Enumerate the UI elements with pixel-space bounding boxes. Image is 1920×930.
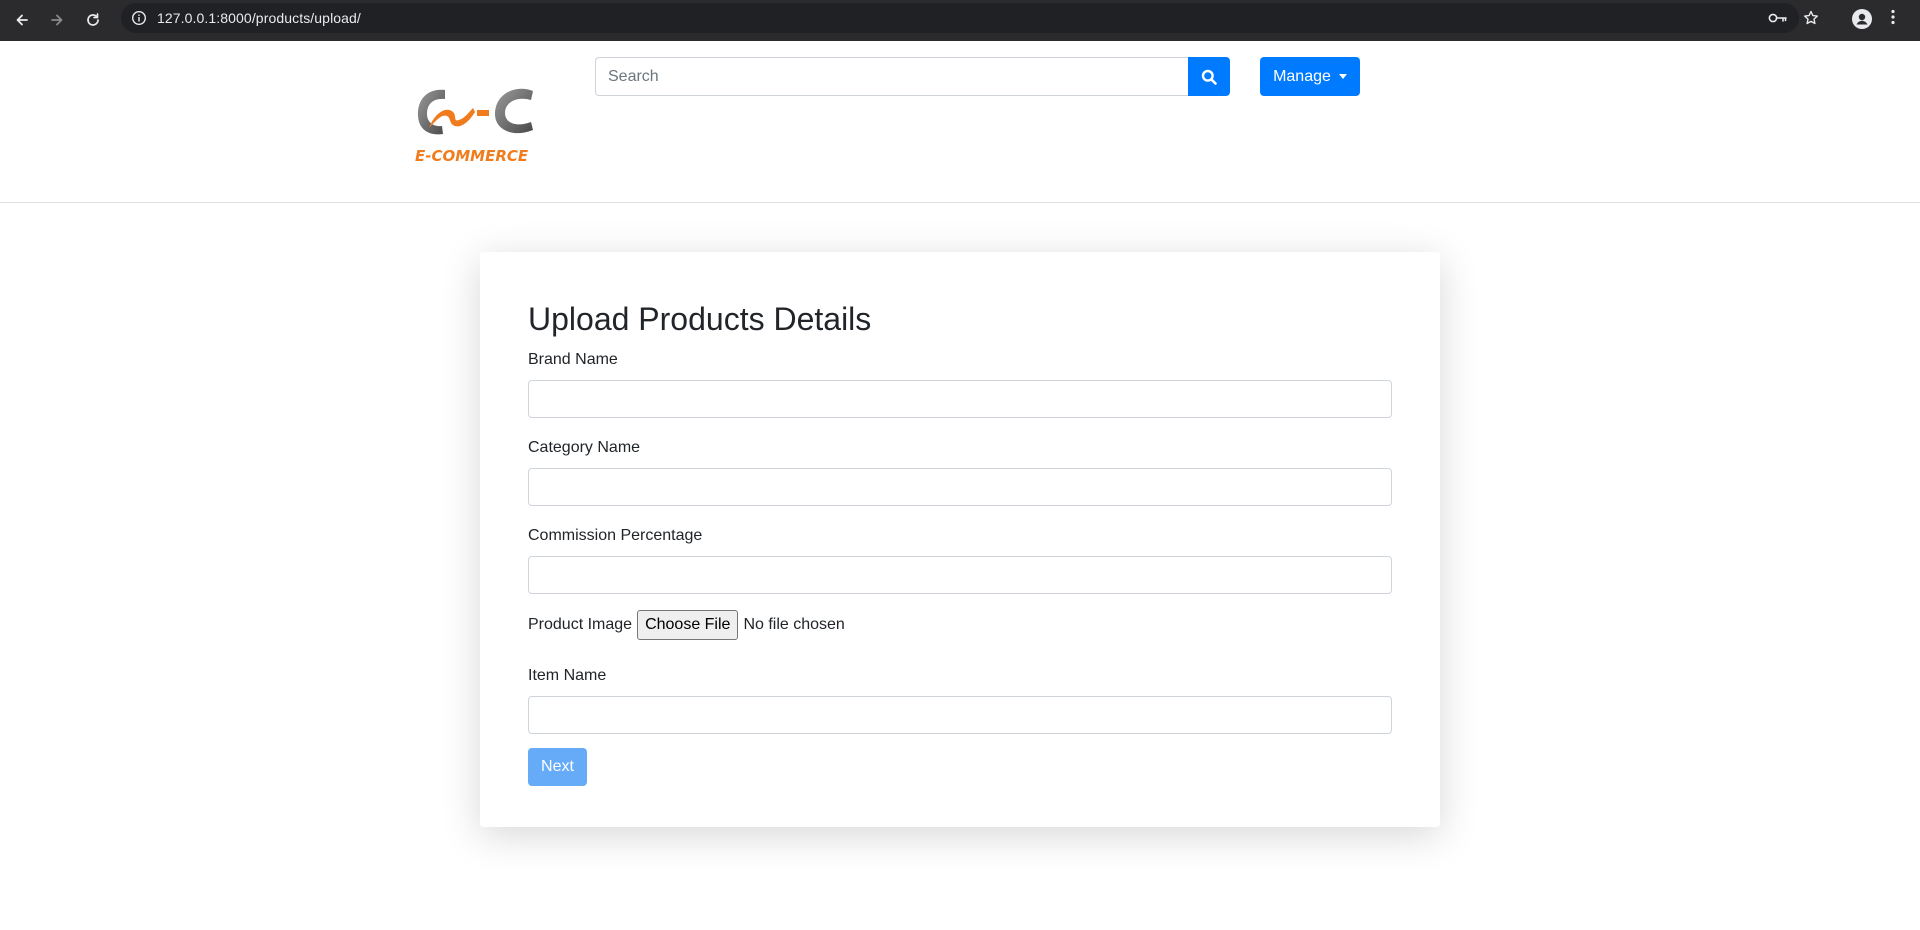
ecommerce-logo-icon: E-COMMERCE [415,88,533,165]
caret-down-icon [1338,74,1347,79]
search-button[interactable] [1188,57,1230,96]
more-vert-icon[interactable] [1890,9,1896,25]
category-name-label: Category Name [528,439,641,456]
arrow-right-icon [51,14,63,26]
site-header: E-COMMERCE Manage [0,41,1920,203]
manage-dropdown-button[interactable]: Manage [1260,57,1360,96]
commission-percentage-input[interactable] [528,556,1392,594]
back-button[interactable] [9,7,35,33]
profile-icon[interactable] [1852,9,1872,29]
url-text[interactable]: 127.0.0.1:8000/products/upload/ [157,10,361,26]
key-icon[interactable] [1768,11,1788,25]
brand-name-input[interactable] [528,380,1392,418]
item-name-group: Item Name [528,664,1392,734]
category-name-input[interactable] [528,468,1392,506]
info-icon[interactable] [131,10,147,26]
search-input[interactable] [595,57,1188,96]
browser-toolbar: 127.0.0.1:8000/products/upload/ [0,0,1920,41]
upload-form-card: Upload Products Details Brand Name Categ… [480,252,1440,827]
logo-text: E-COMMERCE [415,147,529,165]
reload-icon [87,13,99,26]
star-icon[interactable] [1803,10,1819,26]
commission-percentage-label: Commission Percentage [528,527,703,544]
reload-button[interactable] [80,7,106,33]
item-name-input[interactable] [528,696,1392,734]
next-button[interactable]: Next [528,748,587,786]
product-image-label: Product Image [528,616,633,633]
address-bar[interactable]: 127.0.0.1:8000/products/upload/ [121,3,1818,33]
choose-file-button[interactable]: Choose File [637,610,739,640]
brand-name-label: Brand Name [528,351,618,368]
manage-label: Manage [1273,67,1331,85]
site-logo[interactable]: E-COMMERCE [415,78,540,168]
brand-name-group: Brand Name [528,348,1392,418]
search-bar [595,57,1230,96]
item-name-label: Item Name [528,667,607,684]
arrow-left-icon [16,14,28,26]
file-status-text: No file chosen [743,616,845,633]
commission-percentage-group: Commission Percentage [528,524,1392,594]
search-icon [1201,69,1217,85]
page-title: Upload Products Details [528,301,872,337]
forward-button[interactable] [44,7,70,33]
category-name-group: Category Name [528,436,1392,506]
product-image-group: Product Image Choose File No file chosen [528,610,1392,640]
